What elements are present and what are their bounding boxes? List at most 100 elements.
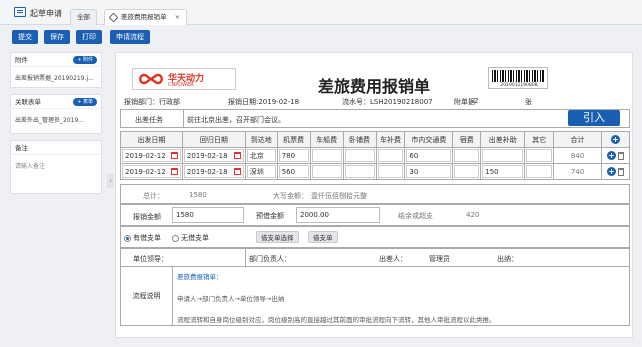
dest-input[interactable]: 深圳: [246, 165, 276, 178]
end-date-input[interactable]: 2019-02-18: [183, 165, 244, 178]
start-date-cell[interactable]: 2019-02-12: [120, 147, 183, 164]
end-date-cell[interactable]: 2019-02-18: [181, 147, 246, 164]
dest-input[interactable]: 北京: [246, 149, 276, 162]
air-input[interactable]: 780: [278, 149, 309, 162]
attachment-item[interactable]: 出差报销票据_20190219.j...: [11, 67, 101, 88]
attach-count[interactable]: 2: [474, 97, 478, 105]
local-cell[interactable]: 60: [404, 147, 454, 164]
car-cell[interactable]: [309, 163, 344, 180]
start-date-value: 2019-02-12: [125, 168, 166, 176]
add-form-button[interactable]: + 表单: [73, 98, 97, 106]
barcode-number: 2019012190808: [500, 83, 538, 88]
start-date-cell[interactable]: 2019-02-12: [120, 163, 183, 180]
subsidy-cell[interactable]: [375, 147, 406, 164]
car-cell[interactable]: [309, 147, 344, 164]
column-header: 回归日期: [181, 131, 246, 148]
save-button[interactable]: 保存: [44, 30, 70, 44]
end-date-cell[interactable]: 2019-02-18: [181, 163, 246, 180]
collapse-sidebar-button[interactable]: ‹: [107, 174, 114, 188]
local-input[interactable]: 30: [406, 165, 452, 178]
car-input[interactable]: [311, 149, 342, 162]
task-row: 出差任务 前往北京出差，召开部门会议。: [120, 109, 630, 128]
subsidy-cell[interactable]: [375, 163, 406, 180]
subsidy-input[interactable]: [377, 165, 404, 178]
hotel-cell[interactable]: [452, 147, 482, 164]
flow-button[interactable]: 申请流程: [110, 30, 150, 44]
process-label: 流程说明: [121, 267, 173, 325]
table-row: 2019-02-12 2019-02-18 北京 780 60 840 +: [120, 147, 631, 164]
local-input[interactable]: 60: [406, 149, 452, 162]
related-form-item[interactable]: 出差外出_管理员_2019...: [11, 109, 101, 130]
sleeper-input[interactable]: [344, 149, 375, 162]
other-input[interactable]: [526, 149, 553, 162]
app-title: 起草申请: [30, 9, 62, 18]
hotel-input[interactable]: [454, 149, 480, 162]
close-icon[interactable]: ×: [175, 13, 180, 21]
tab-all[interactable]: 全部: [70, 9, 97, 25]
sleeper-cell[interactable]: [342, 147, 377, 164]
tab-label: 差旅费用报销单: [121, 13, 167, 21]
car-input[interactable]: [311, 165, 342, 178]
add-row-icon[interactable]: +: [606, 151, 616, 160]
calendar-icon[interactable]: [170, 152, 178, 159]
add-column: +: [600, 131, 631, 148]
notes-input[interactable]: 请输入备注: [11, 155, 101, 176]
task-input[interactable]: 前往北京出差，召开部门会议。: [187, 115, 285, 125]
allowance-cell[interactable]: [480, 147, 526, 164]
balance-label: 结余或超支: [398, 212, 433, 220]
allowance-cell[interactable]: 150: [480, 163, 526, 180]
radio-no-loan[interactable]: 无借支单: [172, 233, 209, 243]
end-date-input[interactable]: 2019-02-18: [183, 149, 244, 162]
allowance-input[interactable]: [482, 149, 524, 162]
row-actions: +: [600, 163, 631, 180]
date-label: 报销日期:2019-02-18: [228, 98, 300, 106]
trash-icon[interactable]: [617, 168, 624, 176]
import-button[interactable]: 引入: [568, 110, 620, 126]
select-loan-button[interactable]: 借支单选择: [256, 231, 299, 243]
radio-has-loan[interactable]: 有借支单: [124, 233, 161, 243]
table-header-row: 出发日期 回归日期 到达地 机票费 车船费 卧铺费 车补费 市内交通费 宿费 出…: [120, 131, 631, 148]
tab-expense-form[interactable]: 差旅费用报销单 ×: [104, 9, 188, 25]
barcode-bars: [492, 70, 544, 82]
column-header: 出发日期: [120, 131, 183, 148]
hotel-input[interactable]: [454, 165, 480, 178]
sleeper-cell[interactable]: [342, 163, 377, 180]
sleeper-input[interactable]: [344, 165, 375, 178]
loan-button[interactable]: 借支单: [308, 231, 338, 243]
trash-icon[interactable]: [617, 152, 624, 160]
table-row: 2019-02-12 2019-02-18 深圳 560 30 150 740 …: [120, 163, 631, 180]
submit-button[interactable]: 提交: [12, 30, 38, 44]
allowance-input[interactable]: 150: [482, 165, 524, 178]
prepaid-input[interactable]: 2000.00: [296, 207, 380, 223]
dest-cell[interactable]: 北京: [244, 147, 278, 164]
calendar-icon[interactable]: [233, 152, 241, 159]
air-cell[interactable]: 780: [276, 147, 311, 164]
other-input[interactable]: [526, 165, 553, 178]
other-cell[interactable]: [524, 147, 555, 164]
radio-off-icon: [172, 234, 179, 242]
column-header: 其它: [524, 131, 555, 148]
air-input[interactable]: 560: [278, 165, 309, 178]
dest-cell[interactable]: 深圳: [244, 163, 278, 180]
approval-row: 单位领导： 部门负责人： 出差人： 管理员 出纳：: [120, 248, 630, 267]
end-date-value: 2019-02-18: [186, 152, 228, 160]
start-date-input[interactable]: 2019-02-12: [122, 165, 181, 178]
calendar-icon[interactable]: [233, 168, 241, 175]
start-date-input[interactable]: 2019-02-12: [122, 149, 181, 162]
sidebar: 附件 + 附件 出差报销票据_20190219.j... 关联表单 + 表单 出…: [10, 52, 102, 200]
print-button[interactable]: 打印: [76, 30, 102, 44]
air-cell[interactable]: 560: [276, 163, 311, 180]
subsidy-input[interactable]: [377, 149, 404, 162]
add-attachment-button[interactable]: + 附件: [73, 56, 97, 64]
add-row-icon[interactable]: +: [606, 167, 616, 176]
leader-label: 单位领导：: [133, 255, 168, 263]
calendar-icon[interactable]: [170, 168, 178, 175]
prepaid-label: 预借金额: [256, 212, 284, 220]
local-cell[interactable]: 30: [404, 163, 454, 180]
other-cell[interactable]: [524, 163, 555, 180]
add-row-icon[interactable]: +: [610, 135, 620, 144]
task-label: 出差任务: [135, 116, 163, 124]
hotel-cell[interactable]: [452, 163, 482, 180]
column-header: 合计: [553, 131, 602, 148]
reimb-input[interactable]: 1580: [172, 207, 244, 223]
